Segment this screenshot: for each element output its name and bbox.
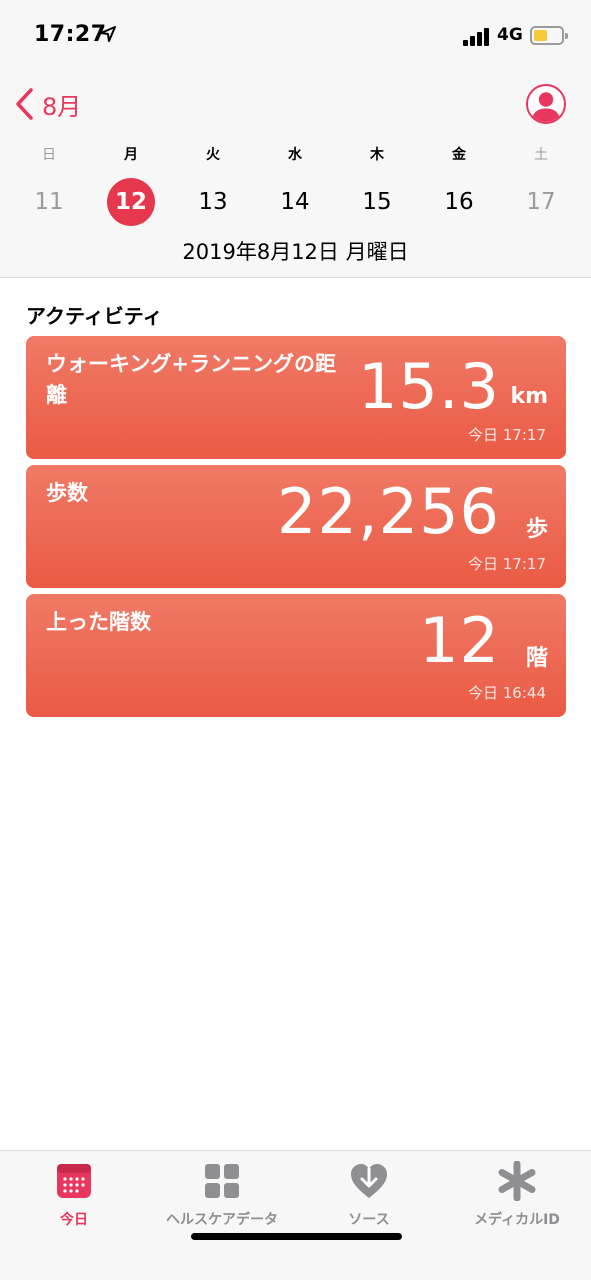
weekday-wed: 水 bbox=[288, 147, 302, 163]
home-indicator[interactable] bbox=[191, 1233, 402, 1240]
tab-label: メディカルID bbox=[474, 1212, 560, 1228]
tab-label: 今日 bbox=[60, 1212, 88, 1228]
weekday-thu: 木 bbox=[370, 147, 384, 163]
tab-sources[interactable]: ソース bbox=[294, 1161, 444, 1229]
card-time: 今日 17:17 bbox=[468, 555, 546, 573]
weekday-mon: 月 bbox=[124, 147, 138, 163]
weekday-tue: 火 bbox=[206, 147, 220, 163]
card-time: 今日 17:17 bbox=[468, 426, 546, 444]
floors-card[interactable]: 上った階数 12 階 今日 16:44 bbox=[26, 594, 566, 717]
tab-bar: 今日 ヘルスケアデータ ソース メディカルID bbox=[0, 1150, 591, 1280]
card-time: 今日 16:44 bbox=[468, 684, 546, 702]
grid-icon bbox=[205, 1164, 239, 1198]
chevron-left-icon bbox=[16, 88, 33, 120]
network-type: 4G bbox=[497, 25, 523, 45]
date-cell[interactable]: 17 bbox=[517, 178, 565, 226]
profile-avatar-icon bbox=[531, 92, 561, 122]
section-title: アクティビティ bbox=[26, 304, 163, 328]
selected-date-label: 2019年8月12日 月曜日 bbox=[182, 240, 409, 264]
date-cell[interactable]: 11 bbox=[25, 178, 73, 226]
date-row: 11 12 13 14 15 16 17 bbox=[0, 178, 591, 226]
card-value: 12 bbox=[419, 604, 500, 677]
battery-icon bbox=[530, 26, 568, 45]
profile-button[interactable] bbox=[526, 84, 566, 124]
cellular-signal-icon bbox=[463, 28, 491, 46]
date-cell[interactable]: 14 bbox=[271, 178, 319, 226]
tab-label: ヘルスケアデータ bbox=[166, 1212, 278, 1228]
back-button[interactable]: 8月 bbox=[14, 87, 81, 121]
back-label: 8月 bbox=[42, 92, 82, 121]
date-cell-selected[interactable]: 12 bbox=[107, 178, 155, 226]
calendar-icon bbox=[57, 1164, 91, 1198]
date-cell[interactable]: 13 bbox=[189, 178, 237, 226]
steps-card[interactable]: 歩数 22,256 歩 今日 17:17 bbox=[26, 465, 566, 588]
card-value: 15.3 bbox=[357, 350, 500, 423]
weekday-row: 日 月 火 水 木 金 土 bbox=[0, 144, 591, 164]
card-unit: 階 bbox=[525, 646, 548, 671]
date-cell[interactable]: 15 bbox=[353, 178, 401, 226]
card-title: ウォーキング+ランニングの距離 bbox=[46, 352, 336, 407]
weekday-sun: 日 bbox=[42, 147, 56, 163]
weekday-sat: 土 bbox=[534, 147, 548, 163]
tab-label: ソース bbox=[348, 1212, 390, 1228]
status-bar: 17:27 4G bbox=[0, 0, 591, 70]
date-cell[interactable]: 16 bbox=[435, 178, 483, 226]
card-unit: 歩 bbox=[525, 517, 548, 542]
card-unit: km bbox=[510, 384, 548, 409]
tab-medical-id[interactable]: メディカルID bbox=[442, 1161, 591, 1229]
card-value: 22,256 bbox=[277, 475, 500, 548]
tab-today[interactable]: 今日 bbox=[0, 1161, 149, 1229]
weekday-fri: 金 bbox=[452, 147, 466, 163]
status-time: 17:27 bbox=[34, 22, 107, 47]
asterisk-icon bbox=[498, 1161, 536, 1201]
location-arrow-icon bbox=[100, 26, 116, 42]
date-header: 8月 日 月 火 水 木 金 土 11 12 13 14 15 16 17 20… bbox=[0, 70, 591, 278]
card-title: 上った階数 bbox=[46, 610, 151, 634]
heart-download-icon bbox=[351, 1164, 387, 1198]
tab-health-data[interactable]: ヘルスケアデータ bbox=[147, 1161, 297, 1229]
distance-card[interactable]: ウォーキング+ランニングの距離 15.3 km 今日 17:17 bbox=[26, 336, 566, 459]
